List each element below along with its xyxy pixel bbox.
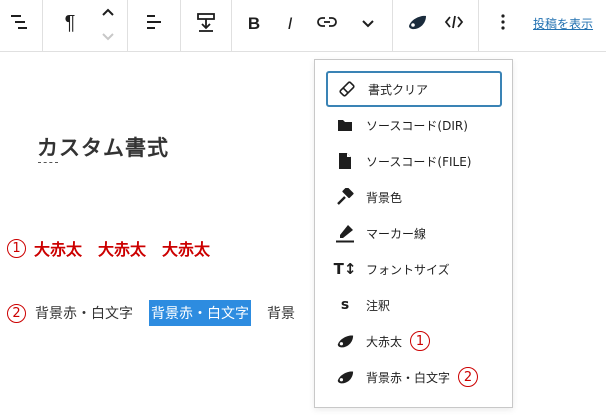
number-badge: 2 [7, 303, 26, 323]
page-title[interactable]: カスタム書式 [37, 132, 169, 162]
toolbar-separator [392, 0, 393, 52]
code-editor-button[interactable] [436, 0, 472, 47]
menu-item-red-bold[interactable]: 大赤太 1 [326, 323, 502, 359]
custom-format-icon [406, 12, 428, 36]
menu-item-label: ソースコード(FILE) [366, 154, 472, 169]
custom-format-button[interactable] [400, 0, 434, 47]
menu-item-label: 背景色 [366, 190, 403, 205]
menu-item-label: 背景赤・白文字 [366, 370, 451, 385]
custom-format-icon [334, 330, 356, 352]
paint-brush-icon [334, 186, 356, 208]
format-dropdown-menu: 書式クリア ソースコード(DIR) ソースコード(FILE) 背景色 マーカー線… [314, 59, 513, 408]
more-rich-text-button[interactable] [352, 0, 384, 47]
number-badge: 2 [458, 367, 479, 387]
custom-format-icon [334, 366, 356, 388]
paragraph-background[interactable]: 2 背景赤・白文字 背景赤・白文字 背景 [7, 300, 295, 326]
italic-button[interactable]: I [274, 0, 306, 47]
toolbar-separator [127, 0, 128, 52]
menu-item-source-dir[interactable]: ソースコード(DIR) [326, 107, 502, 143]
toolbar-separator [42, 0, 43, 52]
menu-item-background-color[interactable]: 背景色 [326, 179, 502, 215]
red-bold-text: 大赤太 [98, 240, 147, 259]
menu-item-bg-red-white-text[interactable]: 背景赤・白文字 2 [326, 359, 502, 395]
annotation-icon: s [340, 297, 350, 313]
menu-item-label: 書式クリア [368, 82, 429, 97]
move-up-button[interactable] [95, 0, 121, 22]
toolbar-separator [231, 0, 232, 52]
block-type-button[interactable]: ¶ [50, 0, 90, 47]
kebab-menu-icon [500, 13, 506, 35]
paragraph-icon: ¶ [64, 12, 76, 34]
list-view-icon [9, 14, 29, 34]
chevron-up-icon [101, 2, 115, 21]
selected-text: 背景赤・白文字 [149, 300, 251, 326]
menu-item-label: 注釈 [366, 298, 391, 313]
more-options-button[interactable] [486, 0, 520, 47]
bold-button[interactable]: B [238, 0, 270, 47]
marker-pen-icon [334, 222, 356, 244]
number-badge: 1 [410, 331, 431, 351]
menu-item-label: ソースコード(DIR) [366, 118, 468, 133]
align-left-icon [144, 13, 164, 35]
bold-label: B [247, 13, 261, 33]
menu-item-font-size[interactable]: T↕ フォントサイズ [326, 251, 502, 287]
plain-text: 背景赤・白文字 [35, 306, 133, 322]
block-toolbar: ¶ B I 投稿を表示 [0, 0, 606, 52]
list-view-button[interactable] [0, 0, 38, 47]
toolbar-separator [180, 0, 181, 52]
menu-item-marker-line[interactable]: マーカー線 [326, 215, 502, 251]
number-badge: 1 [7, 238, 26, 258]
menu-item-clear-format[interactable]: 書式クリア [326, 71, 502, 107]
eraser-icon [336, 78, 358, 100]
vertical-align-button[interactable] [186, 0, 226, 47]
menu-item-source-file[interactable]: ソースコード(FILE) [326, 143, 502, 179]
move-down-button[interactable] [95, 24, 121, 46]
menu-item-label: マーカー線 [366, 226, 427, 241]
menu-item-label: フォントサイズ [366, 262, 450, 277]
italic-label: I [287, 13, 293, 33]
link-icon [316, 14, 338, 33]
font-size-icon: T↕ [333, 260, 357, 278]
align-button[interactable] [134, 0, 174, 47]
trailing-text: 背景 [267, 306, 295, 322]
spellcheck-underline [38, 162, 58, 163]
link-button[interactable] [310, 0, 344, 47]
red-bold-text: 大赤太 [34, 240, 83, 259]
code-icon [444, 14, 464, 34]
folder-icon [334, 114, 356, 136]
paragraph-red-bold[interactable]: 1 大赤太 大赤太 大赤太 [7, 236, 210, 260]
chevron-down-icon [361, 14, 375, 33]
menu-item-label: 大赤太 [366, 334, 403, 349]
file-icon [334, 150, 356, 172]
red-bold-text: 大赤太 [162, 240, 211, 259]
vertical-align-icon [195, 11, 217, 37]
menu-item-annotation[interactable]: s 注釈 [326, 287, 502, 323]
chevron-down-icon [101, 26, 115, 45]
toolbar-separator [478, 0, 479, 52]
view-post-link[interactable]: 投稿を表示 [533, 15, 593, 32]
